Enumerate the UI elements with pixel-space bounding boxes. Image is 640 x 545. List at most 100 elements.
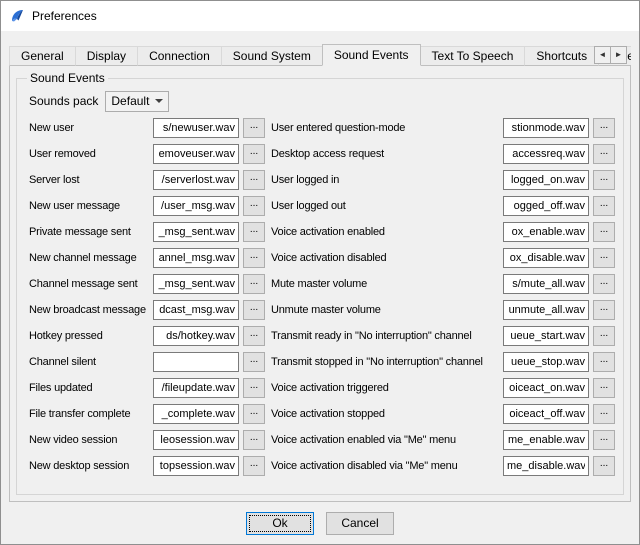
browse-button[interactable]: ... — [593, 404, 615, 424]
sound-file-input[interactable] — [153, 456, 239, 476]
sound-event-label: Transmit stopped in "No interruption" ch… — [271, 356, 503, 368]
tab-scroll-control: ◄ ► — [594, 46, 627, 64]
sound-event-label: Channel message sent — [29, 278, 153, 290]
sound-file-input[interactable] — [153, 300, 239, 320]
sound-events-left-column: New user ... User removed ... Server los… — [29, 115, 265, 479]
tab-scroll-left-button[interactable]: ◄ — [594, 46, 611, 64]
sound-event-label: Mute master volume — [271, 278, 503, 290]
browse-button[interactable]: ... — [243, 300, 265, 320]
sound-event-row: Channel message sent ... — [29, 271, 265, 297]
sounds-pack-dropdown[interactable]: Default — [105, 91, 169, 112]
sound-file-input[interactable] — [503, 456, 589, 476]
sound-event-row: New broadcast message ... — [29, 297, 265, 323]
sound-file-input[interactable] — [503, 326, 589, 346]
browse-button[interactable]: ... — [243, 118, 265, 138]
sound-file-input[interactable] — [503, 430, 589, 450]
browse-button[interactable]: ... — [593, 222, 615, 242]
sound-events-groupbox: Sound Events Sounds pack Default New use… — [16, 71, 624, 495]
sound-file-input[interactable] — [153, 170, 239, 190]
sound-file-input[interactable] — [153, 378, 239, 398]
sound-file-input[interactable] — [153, 248, 239, 268]
sound-event-label: Desktop access request — [271, 148, 503, 160]
sound-event-label: Files updated — [29, 382, 153, 394]
sound-file-input[interactable] — [503, 196, 589, 216]
browse-button[interactable]: ... — [593, 196, 615, 216]
browse-button[interactable]: ... — [593, 170, 615, 190]
sound-event-label: Unmute master volume — [271, 304, 503, 316]
sound-event-row: Files updated ... — [29, 375, 265, 401]
browse-button[interactable]: ... — [243, 222, 265, 242]
chevron-down-icon — [155, 99, 163, 103]
tab-display[interactable]: Display — [75, 46, 138, 66]
tab-sound-events[interactable]: Sound Events — [322, 44, 421, 66]
sounds-pack-label: Sounds pack — [29, 94, 98, 108]
sound-event-label: New user message — [29, 200, 153, 212]
sound-file-input[interactable] — [153, 326, 239, 346]
tab-general[interactable]: General — [9, 46, 76, 66]
sound-event-row: User logged in ... — [271, 167, 615, 193]
browse-button[interactable]: ... — [593, 300, 615, 320]
browse-button[interactable]: ... — [593, 352, 615, 372]
browse-button[interactable]: ... — [593, 274, 615, 294]
browse-button[interactable]: ... — [593, 326, 615, 346]
browse-button[interactable]: ... — [243, 404, 265, 424]
tab-label: Sound System — [233, 49, 311, 63]
tab-label: Connection — [149, 49, 210, 63]
tab-scroll-right-button[interactable]: ► — [610, 46, 627, 64]
browse-button[interactable]: ... — [593, 118, 615, 138]
tab-connection[interactable]: Connection — [137, 46, 222, 66]
browse-button[interactable]: ... — [243, 274, 265, 294]
sound-event-row: New desktop session ... — [29, 453, 265, 479]
tab-sound-system[interactable]: Sound System — [221, 46, 323, 66]
sound-event-row: Unmute master volume ... — [271, 297, 615, 323]
sound-file-input[interactable] — [503, 352, 589, 372]
sound-file-input[interactable] — [503, 222, 589, 242]
sound-event-label: User entered question-mode — [271, 122, 503, 134]
sound-event-label: User logged in — [271, 174, 503, 186]
tab-shortcuts[interactable]: Shortcuts — [524, 46, 599, 66]
browse-button[interactable]: ... — [593, 430, 615, 450]
sound-event-label: Voice activation triggered — [271, 382, 503, 394]
browse-button[interactable]: ... — [243, 144, 265, 164]
sound-file-input[interactable] — [503, 404, 589, 424]
browse-button[interactable]: ... — [243, 378, 265, 398]
sound-file-input[interactable] — [503, 274, 589, 294]
browse-button[interactable]: ... — [243, 248, 265, 268]
sound-event-row: User removed ... — [29, 141, 265, 167]
sound-file-input[interactable] — [503, 144, 589, 164]
sound-file-input[interactable] — [503, 248, 589, 268]
browse-button[interactable]: ... — [243, 456, 265, 476]
browse-button[interactable]: ... — [243, 430, 265, 450]
sound-file-input[interactable] — [153, 118, 239, 138]
sound-event-row: Voice activation disabled ... — [271, 245, 615, 271]
browse-button[interactable]: ... — [593, 144, 615, 164]
sound-file-input[interactable] — [153, 404, 239, 424]
sound-file-input[interactable] — [153, 144, 239, 164]
sound-file-input[interactable] — [503, 118, 589, 138]
sound-file-input[interactable] — [503, 378, 589, 398]
ok-button[interactable]: Ok — [246, 512, 314, 535]
sound-file-input[interactable] — [153, 430, 239, 450]
sound-file-input[interactable] — [503, 300, 589, 320]
sounds-pack-row: Sounds pack Default — [29, 88, 615, 114]
browse-button[interactable]: ... — [593, 378, 615, 398]
sound-file-input[interactable] — [153, 274, 239, 294]
browse-button[interactable]: ... — [243, 326, 265, 346]
sound-event-row: New user message ... — [29, 193, 265, 219]
sound-event-label: Hotkey pressed — [29, 330, 153, 342]
sound-file-input[interactable] — [503, 170, 589, 190]
sound-events-page: Sound Events Sounds pack Default New use… — [9, 65, 631, 502]
tab-label: Sound Events — [334, 48, 409, 62]
browse-button[interactable]: ... — [243, 196, 265, 216]
browse-button[interactable]: ... — [243, 170, 265, 190]
sound-file-input[interactable] — [153, 352, 239, 372]
browse-button[interactable]: ... — [593, 248, 615, 268]
tabbar: General Display Connection Sound System … — [9, 44, 631, 66]
sound-file-input[interactable] — [153, 196, 239, 216]
tab-text-to-speech[interactable]: Text To Speech — [420, 46, 526, 66]
sound-file-input[interactable] — [153, 222, 239, 242]
browse-button[interactable]: ... — [593, 456, 615, 476]
sound-event-row: Channel silent ... — [29, 349, 265, 375]
browse-button[interactable]: ... — [243, 352, 265, 372]
cancel-button[interactable]: Cancel — [326, 512, 394, 535]
